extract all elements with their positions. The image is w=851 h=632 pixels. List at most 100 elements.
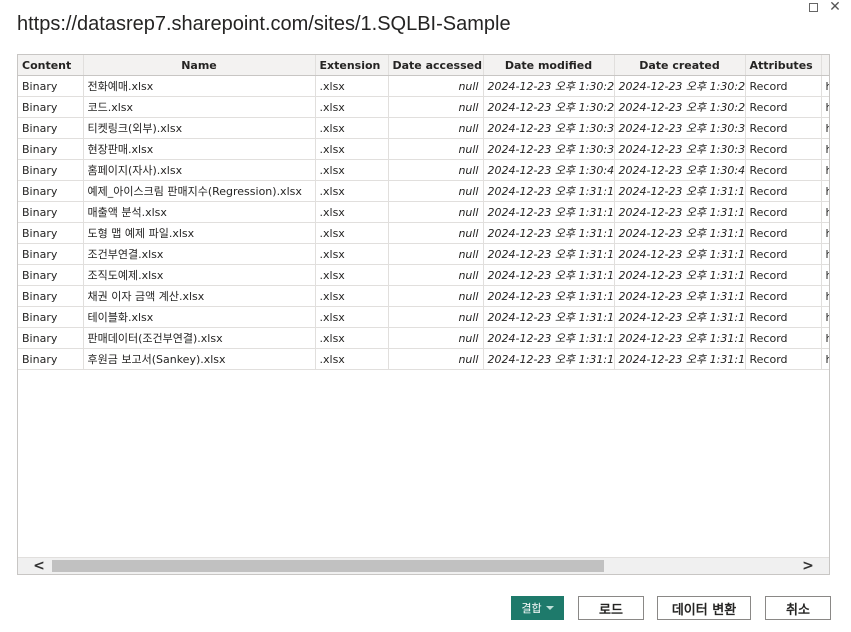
cell-date-created[interactable]: 2024-12-23 오후 1:31:18: [614, 222, 746, 244]
column-header-attributes[interactable]: Attributes: [745, 55, 822, 76]
cell-date-accessed[interactable]: null: [388, 306, 484, 328]
table-row[interactable]: Binary 현장판매.xlsx .xlsx null 2024-12-23 오후 1:…: [18, 138, 829, 160]
table-row[interactable]: Binary 예제_아이스크림 판매지수(Regression).xlsx .xls…: [18, 180, 829, 202]
cell-attributes[interactable]: Record: [745, 201, 822, 223]
cell-date-created[interactable]: 2024-12-23 오후 1:31:18: [614, 243, 746, 265]
cell-folder-path[interactable]: h: [821, 327, 829, 349]
cell-folder-path[interactable]: h: [821, 201, 829, 223]
scrollbar-thumb[interactable]: [52, 560, 604, 572]
cell-extension[interactable]: .xlsx: [315, 201, 389, 223]
cell-attributes[interactable]: Record: [745, 222, 822, 244]
cell-folder-path[interactable]: h: [821, 243, 829, 265]
column-header-date-modified[interactable]: Date modified: [483, 55, 615, 76]
cell-date-modified[interactable]: 2024-12-23 오후 1:31:18: [483, 201, 615, 223]
cell-date-accessed[interactable]: null: [388, 159, 484, 181]
column-header-date-created[interactable]: Date created: [614, 55, 746, 76]
cell-date-accessed[interactable]: null: [388, 327, 484, 349]
cell-folder-path[interactable]: h: [821, 222, 829, 244]
scroll-right-icon[interactable]: >: [799, 558, 817, 574]
cancel-button[interactable]: 취소: [765, 596, 831, 620]
cell-extension[interactable]: .xlsx: [315, 327, 389, 349]
cell-date-accessed[interactable]: null: [388, 138, 484, 160]
table-row[interactable]: Binary 도형 맵 예제 파일.xlsx .xlsx null 2024-12-23…: [18, 222, 829, 244]
cell-extension[interactable]: .xlsx: [315, 180, 389, 202]
column-header-extension[interactable]: Extension: [315, 55, 389, 76]
combine-button[interactable]: 결합: [511, 596, 564, 620]
cell-content[interactable]: Binary: [18, 243, 84, 265]
cell-date-accessed[interactable]: null: [388, 180, 484, 202]
cell-name[interactable]: 티켓링크(외부).xlsx: [83, 117, 316, 139]
cell-date-created[interactable]: 2024-12-23 오후 1:31:19: [614, 348, 746, 370]
cell-date-accessed[interactable]: null: [388, 243, 484, 265]
cell-date-modified[interactable]: 2024-12-23 오후 1:31:18: [483, 180, 615, 202]
cell-content[interactable]: Binary: [18, 327, 84, 349]
cell-date-accessed[interactable]: null: [388, 264, 484, 286]
cell-folder-path[interactable]: h: [821, 348, 829, 370]
cell-extension[interactable]: .xlsx: [315, 138, 389, 160]
cell-date-modified[interactable]: 2024-12-23 오후 1:30:37: [483, 138, 615, 160]
cell-folder-path[interactable]: h: [821, 96, 829, 118]
scroll-left-icon[interactable]: <: [30, 558, 48, 574]
cell-date-created[interactable]: 2024-12-23 오후 1:30:33: [614, 117, 746, 139]
cell-name[interactable]: 후원금 보고서(Sankey).xlsx: [83, 348, 316, 370]
cell-name[interactable]: 판매데이터(조건부연결).xlsx: [83, 327, 316, 349]
table-row[interactable]: Binary 코드.xlsx .xlsx null 2024-12-23 오후 1:30…: [18, 96, 829, 118]
table-row[interactable]: Binary 전화예매.xlsx .xlsx null 2024-12-23 오후 1:…: [18, 75, 829, 97]
cell-folder-path[interactable]: h: [821, 117, 829, 139]
table-row[interactable]: Binary 후원금 보고서(Sankey).xlsx .xlsx null 2024-…: [18, 348, 829, 370]
cell-attributes[interactable]: Record: [745, 264, 822, 286]
cell-name[interactable]: 현장판매.xlsx: [83, 138, 316, 160]
cell-attributes[interactable]: Record: [745, 348, 822, 370]
column-header-date-accessed[interactable]: Date accessed: [388, 55, 484, 76]
table-row[interactable]: Binary 조직도예제.xlsx .xlsx null 2024-12-23 오후 1…: [18, 264, 829, 286]
cell-folder-path[interactable]: h: [821, 75, 829, 97]
cell-name[interactable]: 예제_아이스크림 판매지수(Regression).xlsx: [83, 180, 316, 202]
cell-date-created[interactable]: 2024-12-23 오후 1:30:29: [614, 96, 746, 118]
cell-date-accessed[interactable]: null: [388, 222, 484, 244]
cell-extension[interactable]: .xlsx: [315, 159, 389, 181]
cell-extension[interactable]: .xlsx: [315, 75, 389, 97]
cell-date-created[interactable]: 2024-12-23 오후 1:31:18: [614, 327, 746, 349]
table-row[interactable]: Binary 테이블화.xlsx .xlsx null 2024-12-23 오후 1:…: [18, 306, 829, 328]
table-row[interactable]: Binary 매출액 분석.xlsx .xlsx null 2024-12-23 오후 …: [18, 201, 829, 223]
cell-date-created[interactable]: 2024-12-23 오후 1:31:18: [614, 306, 746, 328]
cell-attributes[interactable]: Record: [745, 327, 822, 349]
cell-name[interactable]: 테이블화.xlsx: [83, 306, 316, 328]
cell-date-modified[interactable]: 2024-12-23 오후 1:31:19: [483, 348, 615, 370]
cell-extension[interactable]: .xlsx: [315, 96, 389, 118]
cell-name[interactable]: 매출액 분석.xlsx: [83, 201, 316, 223]
cell-name[interactable]: 코드.xlsx: [83, 96, 316, 118]
cell-date-created[interactable]: 2024-12-23 오후 1:30:24: [614, 75, 746, 97]
cell-date-accessed[interactable]: null: [388, 348, 484, 370]
cell-name[interactable]: 조건부연결.xlsx: [83, 243, 316, 265]
cell-folder-path[interactable]: h: [821, 180, 829, 202]
cell-extension[interactable]: .xlsx: [315, 285, 389, 307]
cell-date-accessed[interactable]: null: [388, 117, 484, 139]
cell-folder-path[interactable]: h: [821, 306, 829, 328]
column-header-content[interactable]: Content: [18, 55, 84, 76]
table-row[interactable]: Binary 판매데이터(조건부연결).xlsx .xlsx null 2024-12-…: [18, 327, 829, 349]
column-header-name[interactable]: Name: [83, 55, 316, 76]
load-button[interactable]: 로드: [578, 596, 644, 620]
cell-name[interactable]: 조직도예제.xlsx: [83, 264, 316, 286]
cell-content[interactable]: Binary: [18, 96, 84, 118]
cell-content[interactable]: Binary: [18, 222, 84, 244]
cell-date-accessed[interactable]: null: [388, 75, 484, 97]
cell-date-accessed[interactable]: null: [388, 285, 484, 307]
cell-date-modified[interactable]: 2024-12-23 오후 1:30:24: [483, 75, 615, 97]
cell-date-modified[interactable]: 2024-12-23 오후 1:31:18: [483, 306, 615, 328]
cell-date-accessed[interactable]: null: [388, 201, 484, 223]
cell-attributes[interactable]: Record: [745, 75, 822, 97]
cell-date-created[interactable]: 2024-12-23 오후 1:30:41: [614, 159, 746, 181]
cell-name[interactable]: 전화예매.xlsx: [83, 75, 316, 97]
cell-attributes[interactable]: Record: [745, 306, 822, 328]
cell-date-modified[interactable]: 2024-12-23 오후 1:30:33: [483, 117, 615, 139]
cell-attributes[interactable]: Record: [745, 117, 822, 139]
cell-attributes[interactable]: Record: [745, 159, 822, 181]
cell-extension[interactable]: .xlsx: [315, 348, 389, 370]
cell-name[interactable]: 채권 이자 금액 계산.xlsx: [83, 285, 316, 307]
column-header-folder-path[interactable]: [821, 55, 829, 76]
cell-content[interactable]: Binary: [18, 75, 84, 97]
cell-folder-path[interactable]: h: [821, 138, 829, 160]
cell-content[interactable]: Binary: [18, 159, 84, 181]
